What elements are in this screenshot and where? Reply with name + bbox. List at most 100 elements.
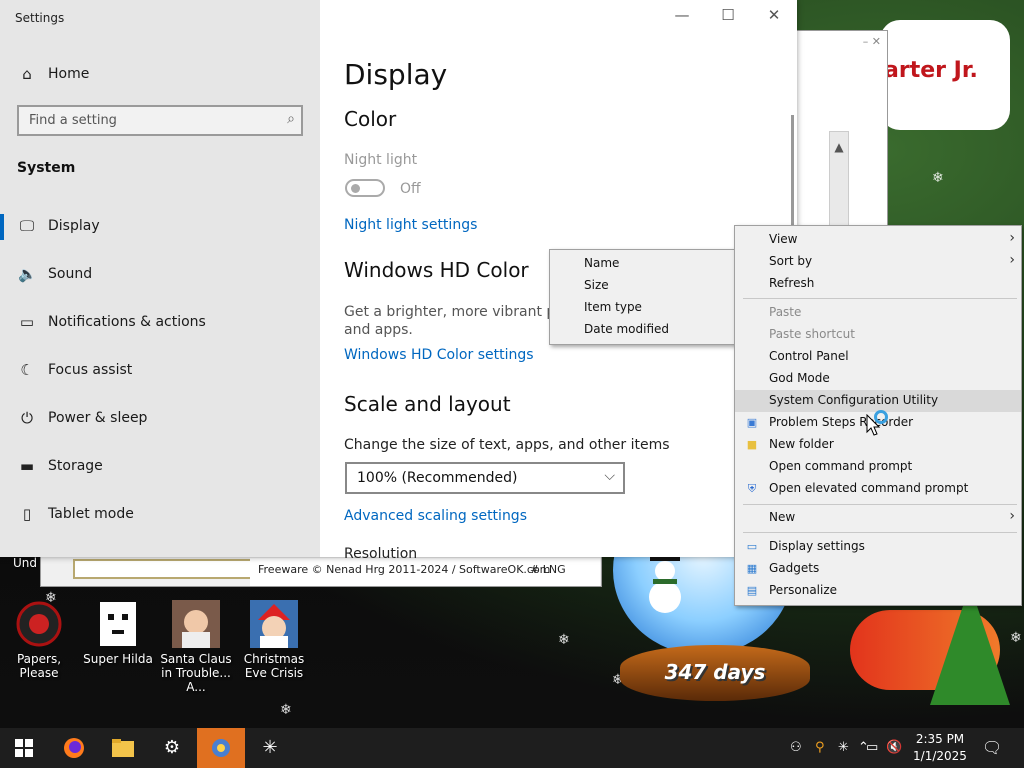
settings-gear-icon[interactable]: ⚙: [148, 728, 196, 768]
freeware-bar: Freeware © Nenad Hrg 2011-2024 / Softwar…: [250, 558, 600, 586]
menu-item-label: God Mode: [769, 371, 830, 385]
monitor-icon: 🖵: [19, 217, 35, 235]
content-scrollbar[interactable]: [791, 115, 794, 225]
selection-indicator: [0, 214, 4, 240]
menu-item-date-modified[interactable]: Date modified: [550, 319, 736, 341]
menu-item-label: New folder: [769, 437, 834, 451]
nav-home[interactable]: ⌂ Home: [0, 56, 320, 96]
scale-heading: Scale and layout: [344, 392, 511, 416]
sidebar-item-focus-assist[interactable]: ☾ Focus assist: [0, 352, 320, 392]
active-app-icon[interactable]: [197, 728, 245, 768]
gadgets-icon: ▦: [746, 562, 758, 575]
search-input[interactable]: Find a setting ⌕: [17, 105, 303, 136]
scroll-up-icon[interactable]: ▲: [830, 140, 848, 154]
menu-item-open-elevated-command-prompt[interactable]: ⛨ Open elevated command prompt: [735, 478, 1021, 500]
sidebar-item-label: Storage: [48, 458, 103, 474]
background-window[interactable]: – ✕ ▲: [790, 30, 888, 232]
clock[interactable]: 2:35 PM 1/1/2025: [905, 731, 975, 765]
menu-item-label: Name: [584, 256, 620, 270]
chevron-right-icon: ›: [1009, 508, 1015, 524]
menu-item-label: Open elevated command prompt: [769, 481, 969, 495]
night-light-state: Off: [400, 181, 421, 197]
sidebar-item-power-sleep[interactable]: ⏻ Power & sleep: [0, 400, 320, 440]
menu-item-label: Paste shortcut: [769, 327, 855, 341]
folder-icon: ■: [746, 438, 758, 451]
action-center-icon[interactable]: 🗨: [982, 728, 1002, 768]
file-explorer-icon[interactable]: [99, 728, 147, 768]
color-heading: Color: [344, 107, 397, 131]
sidebar-item-label: Tablet mode: [48, 506, 134, 522]
minimize-button[interactable]: —: [662, 6, 702, 24]
dialog-input[interactable]: [73, 559, 252, 579]
menu-item-item-type[interactable]: Item type: [550, 297, 736, 319]
tablet-icon: ▯: [22, 505, 32, 523]
menu-item-system-configuration-utility[interactable]: System Configuration Utility: [735, 390, 1021, 412]
menu-item-display-settings[interactable]: ▭ Display settings: [735, 536, 1021, 558]
menu-item-view[interactable]: View ›: [735, 229, 1021, 251]
menu-item-label: Display settings: [769, 539, 865, 553]
scale-dropdown[interactable]: 100% (Recommended) ⌵: [345, 462, 625, 494]
firefox-icon[interactable]: [50, 728, 98, 768]
volume-muted-icon[interactable]: 🔇: [886, 728, 902, 768]
desktop-icon-christmas-eve-crisis[interactable]: Christmas Eve Crisis: [235, 600, 313, 680]
menu-item-sort-by[interactable]: Sort by ›: [735, 251, 1021, 273]
menu-item-control-panel[interactable]: Control Panel: [735, 346, 1021, 368]
toggle-knob: [351, 184, 360, 193]
chevron-right-icon: ›: [1009, 230, 1015, 246]
close-button[interactable]: ✕: [754, 6, 794, 24]
menu-separator: [743, 504, 1017, 505]
desktop-icon-santa-claus[interactable]: Santa Claus in Trouble... A...: [157, 600, 235, 694]
search-icon: ⌕: [287, 111, 295, 127]
menu-item-label: Date modified: [584, 322, 670, 336]
search-tray-icon[interactable]: ⚲: [815, 728, 825, 768]
menu-separator: [743, 532, 1017, 533]
sidebar-item-tablet-mode[interactable]: ▯ Tablet mode: [0, 496, 320, 536]
menu-item-size[interactable]: Size: [550, 275, 736, 297]
menu-item-open-command-prompt[interactable]: Open command prompt: [735, 456, 1021, 478]
desktop-icon-super-hilda[interactable]: Super Hilda: [79, 600, 157, 666]
background-scrollbar[interactable]: ▲: [829, 131, 849, 229]
sidebar-item-label: Power & sleep: [48, 410, 148, 426]
sidebar-item-storage[interactable]: ▬ Storage: [0, 448, 320, 488]
menu-item-label: Size: [584, 278, 609, 292]
night-light-settings-link[interactable]: Night light settings: [344, 217, 477, 233]
scale-label: Change the size of text, apps, and other…: [344, 437, 670, 453]
lng-link[interactable]: # LNG: [530, 563, 566, 576]
hd-desc-line1: Get a brighter, more vibrant pictu: [344, 304, 582, 320]
papers-please-icon: [15, 600, 63, 648]
window-controls-icon[interactable]: – ✕: [863, 35, 881, 48]
menu-item-new[interactable]: New ›: [735, 507, 1021, 529]
settings-sidebar: Settings ⌂ Home Find a setting ⌕ System …: [0, 0, 320, 557]
menu-item-refresh[interactable]: Refresh: [735, 273, 1021, 295]
menu-item-gadgets[interactable]: ▦ Gadgets: [735, 558, 1021, 580]
hd-color-settings-link[interactable]: Windows HD Color settings: [344, 347, 534, 363]
sidebar-item-label: Sound: [48, 266, 93, 282]
menu-item-god-mode[interactable]: God Mode: [735, 368, 1021, 390]
start-button[interactable]: [0, 728, 48, 768]
advanced-scaling-link[interactable]: Advanced scaling settings: [344, 508, 527, 524]
taskbar: ⚙ ✳ ⚇ ⚲ ✳ ⌃ ▭ 🔇 2:35 PM 1/1/2025 🗨: [0, 728, 1024, 768]
menu-item-label: Paste: [769, 305, 802, 319]
sidebar-item-display[interactable]: 🖵 Display: [0, 208, 320, 248]
network-icon[interactable]: ▭: [866, 728, 878, 768]
recorder-icon: ▣: [746, 416, 758, 429]
desktop-icon-papers-please[interactable]: Papers, Please: [0, 600, 78, 680]
night-light-toggle[interactable]: [345, 179, 385, 197]
network-person-icon[interactable]: ⚇: [790, 728, 802, 768]
scale-value: 100% (Recommended): [357, 470, 518, 486]
menu-separator: [743, 298, 1017, 299]
sidebar-item-notifications[interactable]: ▭ Notifications & actions: [0, 304, 320, 344]
menu-item-label: Personalize: [769, 583, 838, 597]
menu-item-name[interactable]: Name: [550, 253, 736, 275]
menu-item-label: New: [769, 510, 796, 524]
super-hilda-icon: [94, 600, 142, 648]
busy-spinner-icon: [874, 410, 888, 424]
snowflake-app-icon[interactable]: ✳: [246, 728, 294, 768]
maximize-button[interactable]: ☐: [708, 6, 748, 24]
sidebar-item-label: Focus assist: [48, 362, 133, 378]
menu-item-personalize[interactable]: ▤ Personalize: [735, 580, 1021, 602]
sidebar-item-sound[interactable]: 🔈 Sound: [0, 256, 320, 296]
snowflake-tray-icon[interactable]: ✳: [838, 728, 849, 768]
freeware-text: Freeware © Nenad Hrg 2011-2024 / Softwar…: [258, 563, 551, 576]
chevron-down-icon: ⌵: [604, 468, 615, 484]
